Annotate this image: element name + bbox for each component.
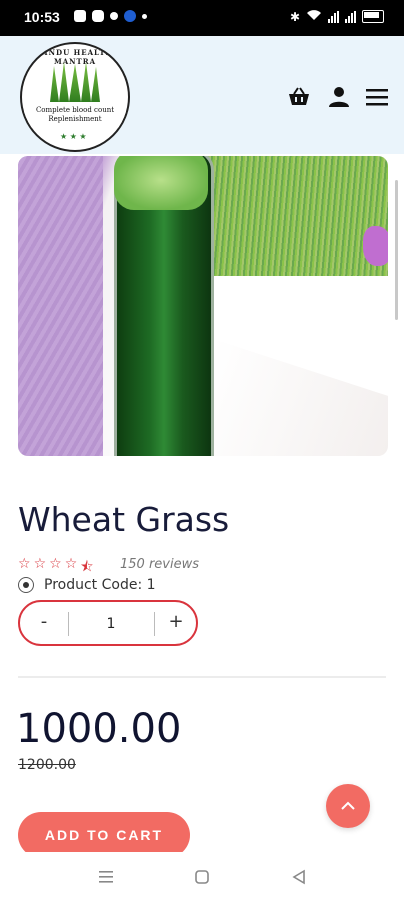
wheatgrass-icon bbox=[50, 62, 100, 102]
signal-icon bbox=[345, 10, 356, 23]
snapchat-icon bbox=[74, 10, 86, 22]
logo-banner-line1: Complete blood count bbox=[35, 106, 115, 114]
quantity-input[interactable]: 1 bbox=[68, 602, 154, 646]
wifi-icon bbox=[306, 9, 322, 24]
logo-banner: Complete blood count Replenishment bbox=[24, 106, 126, 128]
original-price: 1200.00 bbox=[18, 757, 76, 773]
battery-icon bbox=[362, 10, 384, 23]
scroll-to-top-button[interactable] bbox=[326, 784, 370, 828]
recent-apps-icon[interactable] bbox=[95, 866, 117, 888]
radio-selected-icon[interactable] bbox=[18, 577, 34, 593]
facebook-icon bbox=[124, 10, 136, 22]
messages-icon bbox=[92, 10, 104, 22]
home-icon[interactable] bbox=[191, 866, 213, 888]
dot-icon bbox=[110, 12, 118, 20]
signal-icon bbox=[328, 10, 339, 23]
logo-top-text: HINDU HEALTH MANTRA bbox=[36, 48, 114, 66]
increase-quantity-button[interactable]: + bbox=[154, 602, 198, 646]
current-price: 1000.00 bbox=[16, 706, 182, 752]
back-icon[interactable] bbox=[288, 866, 310, 888]
product-code-row: Product Code: 1 bbox=[18, 577, 156, 593]
dot-icon bbox=[142, 13, 147, 19]
menu-icon[interactable] bbox=[364, 84, 390, 110]
product-code: Product Code: 1 bbox=[44, 577, 156, 593]
scrollbar[interactable] bbox=[395, 180, 398, 320]
notification-icons bbox=[74, 10, 147, 22]
brand-logo[interactable]: HINDU HEALTH MANTRA Complete blood count… bbox=[20, 42, 130, 152]
product-image[interactable] bbox=[18, 156, 388, 456]
divider bbox=[18, 676, 386, 678]
system-nav-bar bbox=[0, 852, 404, 900]
chevron-up-icon bbox=[341, 801, 355, 810]
system-icons: ✱ bbox=[290, 9, 384, 24]
status-time: 10:53 bbox=[24, 9, 60, 25]
user-icon[interactable] bbox=[326, 84, 352, 110]
logo-banner-line2: Replenishment bbox=[48, 115, 102, 123]
bluetooth-icon: ✱ bbox=[289, 9, 300, 24]
status-bar: 10:53 ✱ bbox=[0, 0, 404, 36]
site-header: HINDU HEALTH MANTRA Complete blood count… bbox=[0, 36, 404, 154]
basket-icon[interactable] bbox=[286, 84, 312, 110]
logo-stars-icon: ★ ★ ★ bbox=[60, 132, 87, 141]
quantity-stepper: - 1 + bbox=[18, 600, 198, 646]
decrease-quantity-button[interactable]: - bbox=[20, 602, 68, 646]
product-title: Wheat Grass bbox=[18, 500, 230, 539]
review-count[interactable]: 150 reviews bbox=[120, 557, 199, 572]
